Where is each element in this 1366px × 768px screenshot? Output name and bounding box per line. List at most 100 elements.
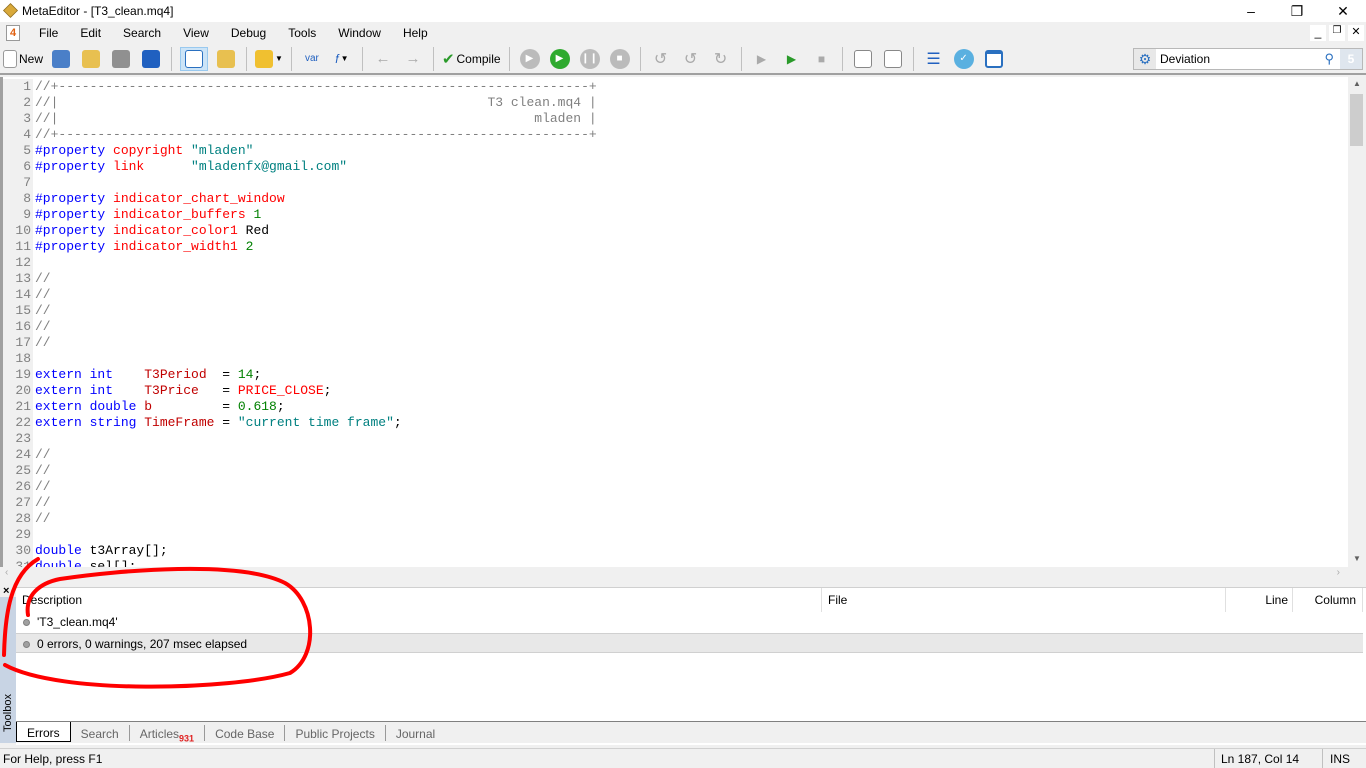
column-line[interactable]: Line [1226, 588, 1293, 612]
storage-button[interactable]: ✓ [952, 47, 976, 71]
search-input[interactable]: Deviation [1156, 52, 1324, 66]
menu-debug[interactable]: Debug [220, 26, 277, 40]
search-icon[interactable]: ⚲ [1324, 51, 1340, 67]
vertical-scrollbar[interactable]: ▲ ▼ [1348, 77, 1366, 567]
close-button[interactable]: ✕ [1320, 0, 1366, 22]
bookmarks-button[interactable]: ▼ [255, 47, 283, 71]
menu-file[interactable]: File [28, 26, 69, 40]
code-line[interactable]: 12 [3, 255, 35, 271]
code-line[interactable]: 26// [3, 479, 51, 495]
save-button[interactable] [109, 47, 133, 71]
profile-real-button[interactable]: ▶ [780, 47, 804, 71]
menu-tools[interactable]: Tools [277, 26, 327, 40]
code-line[interactable]: 9 #property indicator_buffers 1 [3, 207, 261, 223]
profile-stop-button[interactable]: ■ [810, 47, 834, 71]
code-line[interactable]: 4//+------------------------------------… [3, 127, 597, 143]
stop-button[interactable]: ■ [608, 47, 632, 71]
code-line[interactable]: 1//+------------------------------------… [3, 79, 597, 95]
code-line[interactable]: 24// [3, 447, 51, 463]
menu-window[interactable]: Window [327, 26, 392, 40]
code-line[interactable]: 25// [3, 463, 51, 479]
column-column[interactable]: Column [1293, 588, 1363, 612]
terminal-button[interactable] [982, 47, 1006, 71]
menu-help[interactable]: Help [392, 26, 439, 40]
code-line[interactable]: 2//| T3 clean.mq4 | [3, 95, 597, 111]
mdi-close-button[interactable]: ✕ [1348, 25, 1364, 41]
code-line[interactable]: 23 [3, 431, 35, 447]
tab-search[interactable]: Search [71, 725, 130, 741]
restart-button[interactable]: ▶ [518, 47, 542, 71]
open-button[interactable] [79, 47, 103, 71]
code-line[interactable]: 30 double t3Array[]; [3, 543, 168, 559]
find-button[interactable] [881, 47, 905, 71]
horizontal-scrollbar[interactable]: ‹ › [0, 567, 1348, 580]
document-icon[interactable]: 4 [6, 24, 20, 41]
line-number: 28 [3, 511, 32, 527]
toolbox-side-label[interactable]: Toolbox [0, 597, 16, 743]
mdi-restore-button[interactable]: ❐ [1329, 25, 1345, 41]
code-editor[interactable]: 1//+------------------------------------… [0, 77, 1348, 567]
insert-var-button[interactable]: var [300, 47, 324, 71]
tab-articles[interactable]: Articles931 [130, 725, 206, 743]
menu-view[interactable]: View [172, 26, 220, 40]
code-line[interactable]: 18 [3, 351, 35, 367]
save-all-button[interactable] [139, 47, 163, 71]
forward-button[interactable]: → [401, 47, 425, 71]
code-line[interactable]: 31 double sel[]; [3, 559, 136, 567]
code-line[interactable]: 22 extern string TimeFrame = "current tim… [3, 415, 402, 431]
scroll-thumb[interactable] [1350, 94, 1363, 146]
code-line[interactable]: 8 #property indicator_chart_window [3, 191, 285, 207]
compile-button[interactable]: ✔ Compile [442, 47, 501, 71]
copy-button[interactable] [851, 47, 875, 71]
toolbox-toggle-button[interactable] [214, 47, 238, 71]
gear-icon[interactable]: ⚙ [1134, 49, 1156, 69]
message-row[interactable]: 'T3_clean.mq4' [16, 612, 1363, 632]
menu-search[interactable]: Search [112, 26, 172, 40]
code-line[interactable]: 19 extern int T3Period = 14; [3, 367, 261, 383]
code-line[interactable]: 10 #property indicator_color1 Red [3, 223, 269, 239]
code-line[interactable]: 16// [3, 319, 51, 335]
code-line[interactable]: 28// [3, 511, 51, 527]
code-token: extern int [35, 383, 145, 398]
column-file[interactable]: File [822, 588, 1226, 612]
code-line[interactable]: 14// [3, 287, 51, 303]
line-number: 26 [3, 479, 32, 495]
tab-journal[interactable]: Journal [386, 725, 445, 741]
code-line[interactable]: 11 #property indicator_width1 2 [3, 239, 253, 255]
tab-code-base[interactable]: Code Base [205, 725, 286, 741]
profile-history-button[interactable]: ▶ [750, 47, 774, 71]
step-over-button[interactable]: ↺ [679, 47, 703, 71]
close-toolbox-icon[interactable]: × [3, 585, 9, 597]
code-line[interactable]: 27// [3, 495, 51, 511]
code-line[interactable]: 7 [3, 175, 35, 191]
restore-button[interactable]: ❐ [1274, 0, 1320, 22]
tab-errors[interactable]: Errors [16, 722, 71, 742]
mdi-minimize-button[interactable]: _ [1310, 25, 1326, 41]
code-line[interactable]: 5 #property copyright "mladen" [3, 143, 253, 159]
navigator-toggle-button[interactable] [180, 46, 209, 71]
code-line[interactable]: 6 #property link "mladenfx@gmail.com" [3, 159, 347, 175]
start-debug-button[interactable]: ▶ [548, 47, 572, 71]
code-line[interactable]: 20 extern int T3Price = PRICE_CLOSE; [3, 383, 331, 399]
new-project-button[interactable] [49, 47, 73, 71]
tab-public-projects[interactable]: Public Projects [285, 725, 386, 741]
menu-edit[interactable]: Edit [69, 26, 112, 40]
code-line[interactable]: 15// [3, 303, 51, 319]
message-row[interactable]: 0 errors, 0 warnings, 207 msec elapsed [16, 633, 1363, 653]
code-line[interactable]: 3//| mladen | [3, 111, 597, 127]
code-line[interactable]: 13// [3, 271, 51, 287]
code-line[interactable]: 29 [3, 527, 35, 543]
minimize-button[interactable]: – [1228, 0, 1274, 22]
messages-badge[interactable]: 5 [1340, 49, 1362, 69]
folders-icon [217, 49, 236, 68]
new-button[interactable]: New [3, 47, 43, 71]
styler-button[interactable]: ☰ [922, 47, 946, 71]
step-into-button[interactable]: ↺ [649, 47, 673, 71]
column-description[interactable]: Description [16, 588, 822, 612]
code-line[interactable]: 21 extern double b = 0.618; [3, 399, 285, 415]
pause-button[interactable]: ❙❙ [578, 47, 602, 71]
insert-function-button[interactable]: f ▼ [330, 47, 354, 71]
back-button[interactable]: ← [371, 47, 395, 71]
step-out-button[interactable]: ↻ [709, 47, 733, 71]
code-line[interactable]: 17// [3, 335, 51, 351]
